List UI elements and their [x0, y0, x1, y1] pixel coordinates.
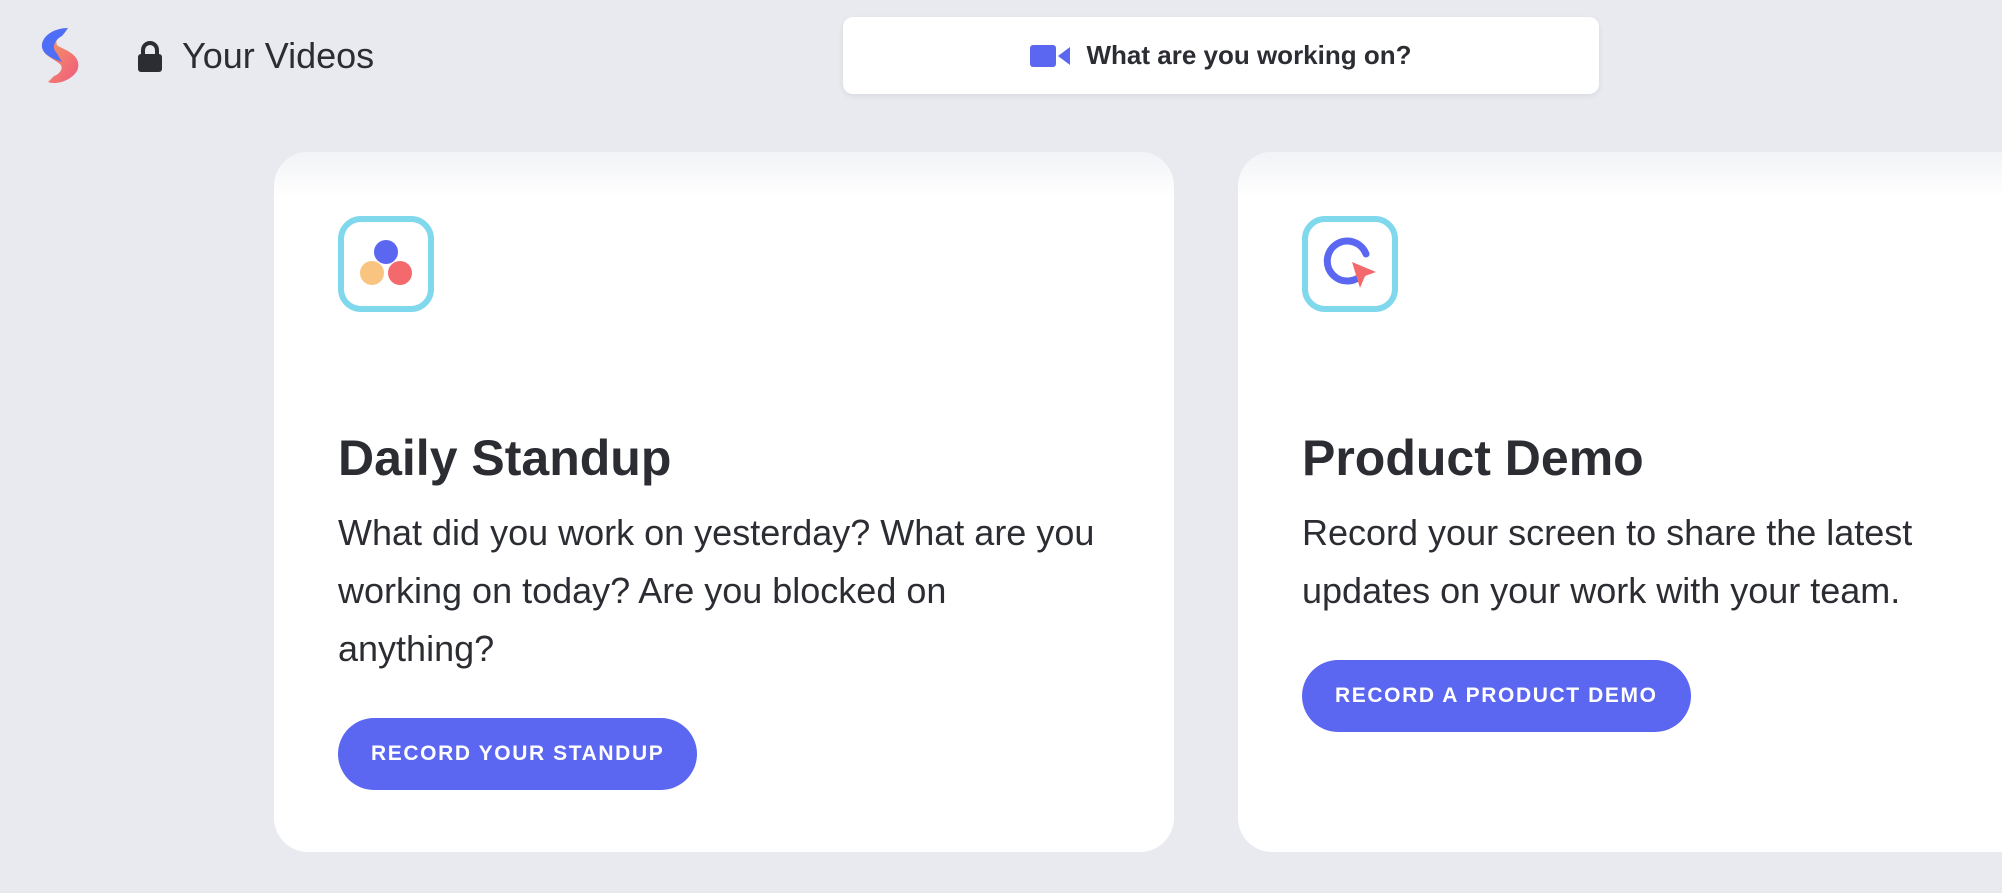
screen-record-cursor-icon [1302, 216, 1398, 312]
top-bar: Your Videos What are you working on? [0, 0, 2002, 110]
card-description: What did you work on yesterday? What are… [338, 512, 1095, 669]
product-demo-card[interactable]: Product Demo Record your screen to share… [1238, 152, 2002, 852]
video-camera-icon [1030, 43, 1071, 69]
card-title: Product Demo [1302, 430, 1644, 486]
record-standup-button[interactable]: RECORD YOUR STANDUP [338, 718, 698, 790]
prompt-label: What are you working on? [1086, 40, 1412, 70]
whats-working-on-prompt[interactable]: What are you working on? [843, 17, 1599, 94]
page-title: Your Videos [182, 35, 375, 76]
lock-icon [136, 40, 164, 74]
daily-standup-card[interactable]: Daily Standup What did you work on yeste… [274, 152, 1174, 852]
record-product-demo-button[interactable]: RECORD A PRODUCT DEMO [1302, 660, 1691, 732]
three-dots-icon [338, 216, 434, 312]
card-title: Daily Standup [338, 430, 672, 486]
app-logo-icon[interactable] [38, 26, 84, 86]
card-description: Record your screen to share the latest u… [1302, 512, 1913, 611]
